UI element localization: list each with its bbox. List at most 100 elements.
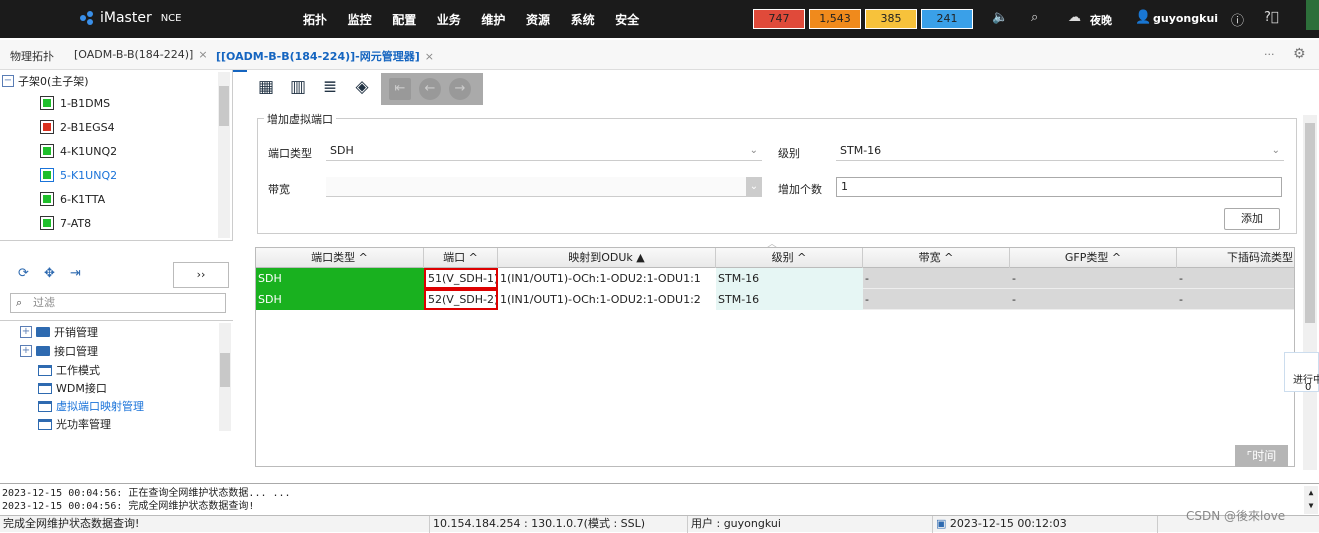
alarm-minor[interactable]: 385 <box>865 9 917 29</box>
top-bar: iMaster NCE 拓扑 监控 配置 业务 维护 资源 系统 安全 747 1… <box>0 0 1319 38</box>
scroll-thumb[interactable] <box>220 353 230 387</box>
tree-item-overhead[interactable]: + 开销管理 <box>20 323 98 341</box>
level-select[interactable]: STM-16 ⌄ <box>836 141 1284 161</box>
add-button[interactable]: 添加 <box>1224 208 1280 230</box>
main-scrollbar[interactable] <box>1303 115 1317 470</box>
board-item[interactable]: 7-AT8 <box>40 212 91 234</box>
filter-input[interactable]: ⌕ 过滤 <box>10 293 226 313</box>
chevron-down-icon: ⌄ <box>746 177 762 197</box>
tab-oadm[interactable]: [OADM-B-B(184-224)] × <box>74 48 208 61</box>
collapse-all-icon[interactable]: ⇥ <box>70 266 81 281</box>
collapse-icon[interactable]: − <box>2 75 14 87</box>
alarm-counters: 747 1,543 385 241 <box>753 9 973 29</box>
in-progress-tab[interactable]: 进行中 0 <box>1284 352 1319 393</box>
expand-button[interactable]: ›› <box>173 262 229 288</box>
alarm-critical[interactable]: 747 <box>753 9 805 29</box>
board-tree: − 子架0(主子架) 1-B1DMS 2-B1EGS4 4-K1UNQ2 5-K… <box>0 70 233 241</box>
locate-icon[interactable]: ✥ <box>44 266 55 281</box>
app-logo[interactable]: iMaster NCE <box>80 10 181 26</box>
close-icon[interactable]: × <box>425 50 434 63</box>
cell-mapped-oduk: 1(IN1/OUT1)-OCh:1-ODU2:1-ODU1:2 <box>498 289 716 310</box>
cell-bandwidth: - <box>865 272 869 285</box>
speaker-icon[interactable]: 🔈 <box>992 10 1008 25</box>
expand-icon[interactable]: + <box>20 345 32 357</box>
tree-item-wdm[interactable]: WDM接口 <box>38 379 107 397</box>
expand-icon[interactable]: + <box>20 326 32 338</box>
tree-item-work-mode[interactable]: 工作模式 <box>38 361 100 379</box>
tab-physical-topology[interactable]: 物理拓扑 <box>10 48 54 64</box>
col-drop-stream-type[interactable]: 下插码流类型 <box>1177 248 1294 268</box>
menu-service[interactable]: 业务 <box>437 11 482 28</box>
database-icon[interactable]: ≣ <box>317 74 343 100</box>
tree-item-interface[interactable]: + 接口管理 <box>20 342 98 360</box>
book-icon[interactable]: ◈ <box>349 74 375 100</box>
menu-monitor[interactable]: 监控 <box>348 11 393 28</box>
col-level[interactable]: 级别 ^ <box>716 248 863 268</box>
search-icon[interactable]: ⌕ <box>1031 10 1038 25</box>
cell-drop-stream: - <box>1179 293 1183 306</box>
night-mode-icon[interactable]: ☁ <box>1068 10 1081 25</box>
cell-port-type: SDH <box>256 289 424 310</box>
forward-icon[interactable]: → <box>449 78 471 100</box>
board-tree-scrollbar[interactable] <box>218 72 230 238</box>
folder-icon <box>36 327 50 337</box>
in-progress-count: 0 <box>1305 382 1312 393</box>
board-item[interactable]: 2-B1EGS4 <box>40 116 115 138</box>
alarm-warning[interactable]: 241 <box>921 9 973 29</box>
scroll-thumb[interactable] <box>219 86 229 126</box>
user-name[interactable]: guyongkui <box>1153 12 1218 25</box>
col-mapped-oduk[interactable]: 映射到ODUk ▲ <box>498 248 716 268</box>
tab-ne-manager[interactable]: [[OADM-B-B(184-224)]-网元管理器] × <box>216 48 434 72</box>
board-item[interactable]: 4-K1UNQ2 <box>40 140 117 162</box>
col-port[interactable]: 端口 ^ <box>424 248 498 268</box>
tree-item-optical-power[interactable]: 光功率管理 <box>38 415 111 433</box>
bandwidth-select[interactable]: ⌄ <box>326 177 762 197</box>
alarm-major[interactable]: 1,543 <box>809 9 861 29</box>
time-button[interactable]: ⌜时间 <box>1235 445 1288 467</box>
logo-main: iMaster <box>100 10 152 26</box>
virtual-port-table: 端口类型 ^ 端口 ^ 映射到ODUk ▲ 级别 ^ 带宽 ^ GFP类型 ^ … <box>255 247 1295 467</box>
menu-topology[interactable]: 拓扑 <box>303 11 348 28</box>
board-item-selected[interactable]: 5-K1UNQ2 <box>40 164 117 186</box>
exit-icon[interactable]: ⇤ <box>389 78 411 100</box>
menu-security[interactable]: 安全 <box>615 11 660 28</box>
back-icon[interactable]: ← <box>419 78 441 100</box>
menu-config[interactable]: 配置 <box>392 11 437 28</box>
function-tree-scrollbar[interactable] <box>219 323 231 431</box>
user-icon[interactable]: 👤 <box>1135 10 1151 25</box>
nav-tool-group: ⇤ ← → <box>381 73 483 105</box>
query-icon[interactable]: ▦ <box>253 74 279 100</box>
table-row[interactable]: SDH 51(V_SDH-1) 1(IN1/OUT1)-OCh:1-ODU2:1… <box>256 268 1294 289</box>
close-icon[interactable]: × <box>198 48 207 61</box>
col-gfp-type[interactable]: GFP类型 ^ <box>1010 248 1177 268</box>
add-count-label: 增加个数 <box>778 183 822 196</box>
help-icon[interactable]: ?⃝ <box>1264 10 1279 25</box>
col-port-type[interactable]: 端口类型 ^ <box>256 248 424 268</box>
board-status-icon <box>40 192 54 206</box>
more-icon[interactable]: ··· <box>1264 48 1275 61</box>
board-icon[interactable]: ▥ <box>285 74 311 100</box>
scroll-thumb[interactable] <box>1305 123 1315 323</box>
menu-resource[interactable]: 资源 <box>526 11 571 28</box>
add-count-input[interactable]: 1 <box>836 177 1282 197</box>
topbar-edge <box>1306 0 1319 30</box>
tree-root[interactable]: − 子架0(主子架) <box>2 70 89 92</box>
table-row[interactable]: SDH 52(V_SDH-2) 1(IN1/OUT1)-OCh:1-ODU2:1… <box>256 289 1294 310</box>
menu-maintenance[interactable]: 维护 <box>481 11 526 28</box>
status-datetime: ▣ 2023-12-15 00:12:03 <box>933 516 1158 533</box>
cell-port: 51(V_SDH-1) <box>424 268 498 289</box>
night-mode-label[interactable]: 夜晚 <box>1090 12 1112 28</box>
info-icon[interactable]: ⓘ <box>1231 10 1244 29</box>
watermark: CSDN @後來love <box>1186 509 1286 523</box>
board-item[interactable]: 6-K1TTA <box>40 188 105 210</box>
console-scrollbar[interactable]: ▲ ▼ <box>1304 486 1318 514</box>
gear-icon[interactable]: ⚙ <box>1293 46 1306 62</box>
menu-system[interactable]: 系统 <box>571 11 616 28</box>
calendar-icon: ▣ <box>936 517 947 530</box>
folder-open-icon <box>38 382 52 394</box>
port-type-select[interactable]: SDH ⌄ <box>326 141 762 161</box>
col-bandwidth[interactable]: 带宽 ^ <box>863 248 1010 268</box>
refresh-icon[interactable]: ⟳ <box>18 266 29 281</box>
board-item[interactable]: 1-B1DMS <box>40 92 110 114</box>
tree-item-virtual-port[interactable]: 虚拟端口映射管理 <box>38 397 144 415</box>
